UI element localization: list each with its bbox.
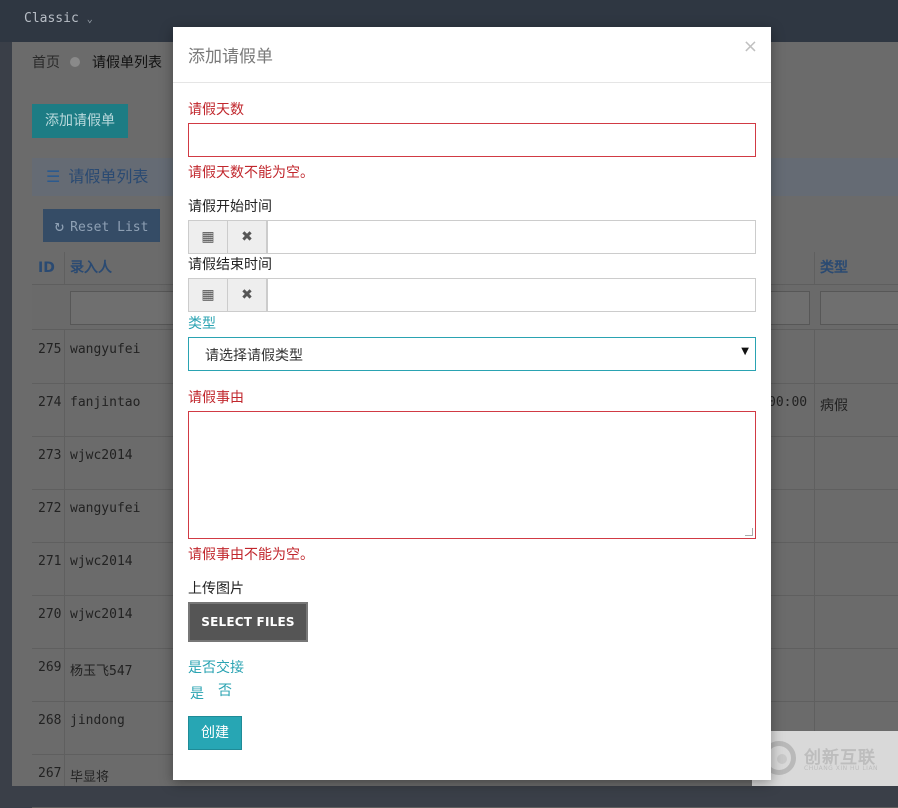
watermark-logo: 创新互联 CHUANG XIN HU LIAN: [752, 731, 898, 786]
chevron-down-icon: ⌄: [86, 14, 93, 25]
caret-down-icon: ▼: [741, 346, 749, 357]
cell-id: 269: [38, 660, 62, 675]
cell-id: 272: [38, 501, 62, 516]
cell-time: 00:00: [768, 395, 808, 410]
cell-user: 毕显将: [70, 770, 110, 785]
upload-label: 上传图片: [188, 581, 244, 597]
breadcrumb-current: 请假单列表: [92, 55, 162, 71]
cell-user: wjwc2014: [70, 448, 133, 463]
cell-id: 270: [38, 607, 62, 622]
reset-list-button[interactable]: ↻ Reset List: [43, 209, 160, 242]
cell-user: wangyufei: [70, 342, 141, 357]
watermark-en: CHUANG XIN HU LIAN: [804, 765, 879, 772]
breadcrumb: 首页 请假单列表: [32, 52, 162, 74]
column-header-type[interactable]: 类型: [820, 252, 848, 282]
theme-switcher[interactable]: Classic ⌄: [24, 11, 93, 26]
cell-type: 病假: [820, 398, 848, 414]
cell-id: 271: [38, 554, 62, 569]
cell-user: 杨玉飞547: [70, 664, 133, 679]
breadcrumb-separator-icon: [70, 57, 80, 67]
end-time-label: 请假结束时间: [188, 257, 272, 273]
refresh-icon: ↻: [54, 216, 65, 235]
cell-id: 275: [38, 342, 62, 357]
cell-user: fanjintao: [70, 395, 141, 410]
theme-label: Classic: [24, 11, 79, 26]
modal-title: 添加请假单: [188, 47, 273, 67]
add-leave-button[interactable]: 添加请假单: [32, 104, 128, 138]
calendar-icon[interactable]: ▦: [188, 220, 228, 254]
cell-user: wjwc2014: [70, 607, 133, 622]
start-time-picker: ▦ ✖: [188, 220, 756, 254]
calendar-icon[interactable]: ▦: [188, 278, 228, 312]
cell-user: jindong: [70, 713, 125, 728]
modal-header: 添加请假单 ×: [173, 27, 771, 83]
select-files-button[interactable]: SELECT FILES: [188, 602, 308, 642]
cell-id: 268: [38, 713, 62, 728]
clear-icon[interactable]: ✖: [227, 278, 267, 312]
start-time-label: 请假开始时间: [188, 199, 272, 215]
handover-label: 是否交接: [188, 660, 244, 676]
clear-icon[interactable]: ✖: [227, 220, 267, 254]
column-header-id[interactable]: ID: [38, 252, 55, 282]
time-filter-input[interactable]: [768, 291, 810, 325]
end-time-input[interactable]: [267, 278, 756, 312]
radio-no[interactable]: 否: [218, 680, 232, 700]
cell-user: wangyufei: [70, 501, 141, 516]
end-time-picker: ▦ ✖: [188, 278, 756, 312]
column-header-user[interactable]: 录入人: [70, 252, 112, 282]
reason-textarea[interactable]: [188, 411, 756, 539]
leave-type-value: 请选择请假类型: [205, 348, 303, 364]
list-icon: ☰: [46, 167, 61, 186]
start-time-input[interactable]: [267, 220, 756, 254]
cell-id: 274: [38, 395, 62, 410]
cell-id: 267: [38, 766, 62, 781]
days-error: 请假天数不能为空。: [188, 165, 314, 181]
cell-id: 273: [38, 448, 62, 463]
add-leave-modal: 添加请假单 × 请假天数 请假天数不能为空。 请假开始时间 ▦ ✖ 请假结束时间…: [173, 27, 771, 780]
leave-type-select[interactable]: 请选择请假类型 ▼: [188, 337, 756, 371]
reset-list-label: Reset List: [70, 220, 149, 235]
days-input[interactable]: [188, 123, 756, 157]
type-label: 类型: [188, 316, 216, 332]
cell-user: wjwc2014: [70, 554, 133, 569]
breadcrumb-home[interactable]: 首页: [32, 55, 60, 71]
radio-yes[interactable]: 是: [190, 683, 204, 703]
create-button[interactable]: 创建: [188, 716, 242, 750]
close-icon[interactable]: ×: [743, 36, 758, 57]
resize-handle-icon[interactable]: [745, 528, 753, 536]
reason-error: 请假事由不能为空。: [188, 547, 314, 563]
days-label: 请假天数: [188, 102, 244, 118]
reason-label: 请假事由: [188, 390, 244, 406]
panel-title: 请假单列表: [68, 167, 149, 186]
type-filter-input[interactable]: [820, 291, 898, 325]
